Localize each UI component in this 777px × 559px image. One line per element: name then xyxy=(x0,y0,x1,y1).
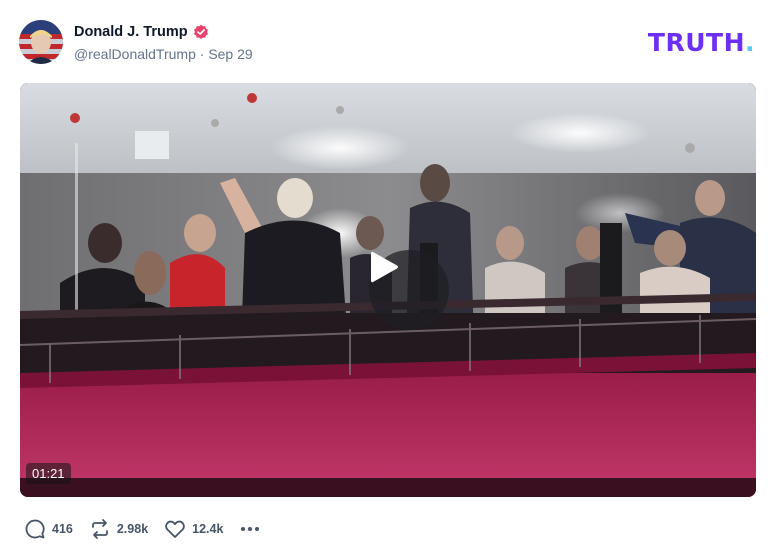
post-meta: @realDonaldTrump · Sep 29 xyxy=(74,46,253,62)
truth-social-logo[interactable]: TRUTH. xyxy=(648,28,755,57)
more-options-icon[interactable] xyxy=(241,527,260,531)
logo-text: TRUTH xyxy=(647,28,745,57)
author-row: Donald J. Trump xyxy=(74,22,209,42)
post-actions: 416 2.98k 12.4k xyxy=(24,516,260,542)
author-name[interactable]: Donald J. Trump xyxy=(74,24,188,40)
reply-icon xyxy=(25,519,45,539)
logo-dot: . xyxy=(745,28,755,57)
play-icon xyxy=(371,251,398,283)
retruth-icon xyxy=(91,519,108,539)
heart-icon xyxy=(165,520,185,538)
reply-button[interactable]: 416 xyxy=(24,518,73,540)
play-button[interactable] xyxy=(369,250,449,330)
post-date[interactable]: Sep 29 xyxy=(208,46,252,62)
meta-separator: · xyxy=(199,46,205,62)
avatar[interactable] xyxy=(19,20,63,64)
video-duration: 01:21 xyxy=(26,463,71,484)
retruth-count: 2.98k xyxy=(116,522,149,536)
verified-badge-icon xyxy=(193,24,209,40)
post-header: Donald J. Trump @realDonaldTrump · Sep 2… xyxy=(0,0,777,80)
like-count: 12.4k xyxy=(192,522,224,536)
video-player[interactable]: 01:21 xyxy=(20,83,756,497)
like-button[interactable]: 12.4k xyxy=(164,518,223,540)
author-handle[interactable]: @realDonaldTrump xyxy=(74,46,196,62)
retruth-button[interactable]: 2.98k xyxy=(89,518,148,540)
reply-count: 416 xyxy=(52,522,73,536)
